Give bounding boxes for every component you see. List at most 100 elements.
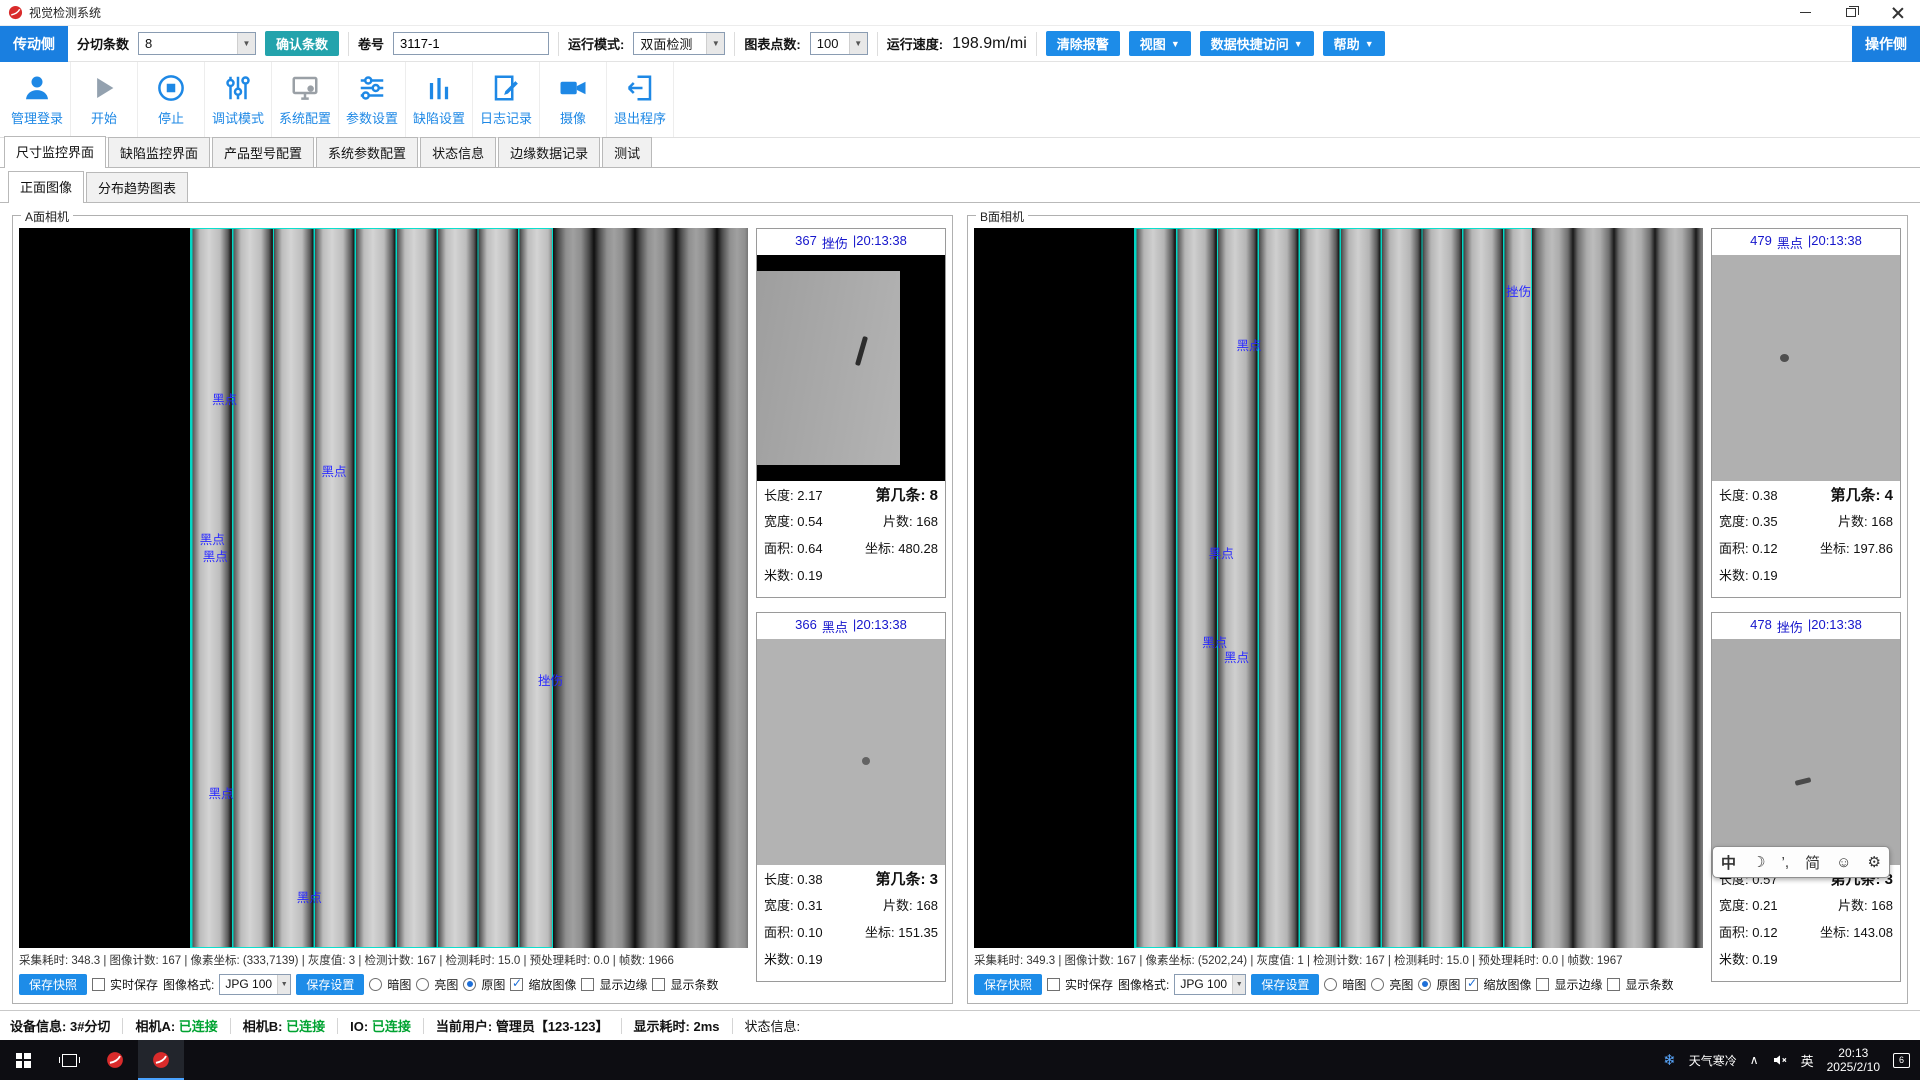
- maximize-button[interactable]: [1828, 0, 1874, 25]
- defect-stats: 长度: 0.57 第几条: 3 宽度: 0.21 片数: 168 面积: 0.1…: [1712, 865, 1900, 981]
- defect-overlay-label: 黑点: [1224, 647, 1249, 666]
- show-count-checkbox[interactable]: [652, 978, 665, 991]
- start-button[interactable]: 开始: [71, 62, 138, 137]
- save-snapshot-button[interactable]: 保存快照: [974, 974, 1042, 995]
- minimize-button[interactable]: [1782, 0, 1828, 25]
- taskbar-app-2-active[interactable]: [138, 1040, 184, 1080]
- moon-icon[interactable]: ☽: [1752, 853, 1765, 871]
- debug-mode-button[interactable]: 调试模式: [205, 62, 272, 137]
- show-count-checkbox[interactable]: [1607, 978, 1620, 991]
- defect-thumbnail[interactable]: [1712, 639, 1900, 865]
- camera-capture-button[interactable]: 摄像: [540, 62, 607, 137]
- help-menu-button[interactable]: 帮助▼: [1323, 31, 1385, 56]
- action-center-button[interactable]: 6: [1893, 1053, 1910, 1068]
- confirm-count-button[interactable]: 确认条数: [265, 31, 339, 56]
- tab-edge-data-record[interactable]: 边缘数据记录: [498, 137, 600, 167]
- defect-settings-button[interactable]: 缺陷设置: [406, 62, 473, 137]
- show-edge-checkbox[interactable]: [581, 978, 594, 991]
- show-edge-checkbox[interactable]: [1536, 978, 1549, 991]
- defect-list-a: 367 挫伤 |20:13:38 长度: 2.17 第几条: 8: [756, 228, 946, 997]
- bright-image-radio[interactable]: [416, 978, 429, 991]
- input-language-indicator[interactable]: 英: [1801, 1051, 1814, 1070]
- image-controls-a: 保存快照 实时保存 图像格式: JPG 100 ▼ 保存设置 暗图 亮图: [19, 971, 748, 997]
- roll-number-input[interactable]: [393, 32, 549, 55]
- realtime-save-checkbox[interactable]: [1047, 978, 1060, 991]
- chevron-down-icon: ▼: [277, 975, 290, 994]
- realtime-save-checkbox[interactable]: [92, 978, 105, 991]
- stop-button[interactable]: 停止: [138, 62, 205, 137]
- log-document-icon: [491, 73, 521, 103]
- admin-login-button[interactable]: 管理登录: [4, 62, 71, 137]
- tab-test[interactable]: 测试: [602, 137, 652, 167]
- title-bar: 视觉检测系统: [0, 0, 1920, 26]
- save-settings-button[interactable]: 保存设置: [296, 974, 364, 995]
- tab-defect-monitor[interactable]: 缺陷监控界面: [108, 137, 210, 167]
- parameter-settings-button[interactable]: 参数设置: [339, 62, 406, 137]
- ime-chinese-mode[interactable]: 中: [1721, 852, 1736, 873]
- weather-text[interactable]: 天气寒冷: [1689, 1052, 1737, 1069]
- run-mode-select[interactable]: 双面检测 ▼: [633, 32, 725, 55]
- task-view-button[interactable]: [46, 1040, 92, 1080]
- chevron-down-icon: ▼: [1365, 39, 1374, 49]
- close-button[interactable]: [1874, 0, 1920, 25]
- taskbar-app-1[interactable]: [92, 1040, 138, 1080]
- smiley-icon[interactable]: ☺: [1836, 854, 1851, 871]
- original-image-radio[interactable]: [463, 978, 476, 991]
- ime-simplified[interactable]: 简: [1805, 852, 1820, 873]
- data-quick-access-menu-button[interactable]: 数据快捷访问▼: [1200, 31, 1314, 56]
- volume-muted-icon[interactable]: [1772, 1052, 1788, 1068]
- save-snapshot-button[interactable]: 保存快照: [19, 974, 87, 995]
- defect-card: 479 黑点 |20:13:38 长度: 0.38 第几条: 4: [1711, 228, 1901, 598]
- slit-count-select[interactable]: 8 ▼: [138, 32, 256, 55]
- hidden-icons-chevron[interactable]: ∧: [1750, 1053, 1759, 1067]
- image-format-select[interactable]: JPG 100 ▼: [219, 974, 291, 995]
- defect-header[interactable]: 478 挫伤 |20:13:38: [1712, 613, 1900, 639]
- tab-product-model-config[interactable]: 产品型号配置: [212, 137, 314, 167]
- defect-header[interactable]: 479 黑点 |20:13:38: [1712, 229, 1900, 255]
- show-edge-label: 显示边缘: [599, 976, 647, 993]
- image-format-select[interactable]: JPG 100 ▼: [1174, 974, 1246, 995]
- dark-image-radio[interactable]: [369, 978, 382, 991]
- bright-image-label: 亮图: [1389, 976, 1413, 993]
- log-record-button[interactable]: 日志记录: [473, 62, 540, 137]
- save-settings-button[interactable]: 保存设置: [1251, 974, 1319, 995]
- tab-front-image[interactable]: 正面图像: [8, 171, 84, 203]
- tab-status-info[interactable]: 状态信息: [420, 137, 496, 167]
- top-toolbar: 传动侧 分切条数 8 ▼ 确认条数 卷号 运行模式: 双面检测 ▼ 图表点数: …: [0, 26, 1920, 62]
- camera-image-a[interactable]: 黑点 黑点 黑点 黑点 挫伤 黑点 黑点: [19, 228, 748, 948]
- original-image-radio[interactable]: [1418, 978, 1431, 991]
- start-button[interactable]: [0, 1040, 46, 1080]
- defect-thumbnail[interactable]: [757, 639, 945, 865]
- image-format-label: 图像格式:: [1118, 976, 1169, 993]
- gear-icon[interactable]: ⚙: [1867, 853, 1880, 871]
- defect-thumbnail[interactable]: [757, 255, 945, 481]
- punctuation-icon[interactable]: ’,: [1782, 854, 1790, 871]
- defect-thumbnail[interactable]: [1712, 255, 1900, 481]
- tab-distribution-trend-chart[interactable]: 分布趋势图表: [86, 172, 188, 202]
- defect-overlay-label: 黑点: [203, 546, 228, 565]
- defect-overlay-label: 黑点: [1236, 335, 1261, 354]
- bright-image-radio[interactable]: [1371, 978, 1384, 991]
- chart-points-select[interactable]: 100 ▼: [810, 32, 868, 55]
- clear-alarm-button[interactable]: 清除报警: [1046, 31, 1120, 56]
- system-config-button[interactable]: 系统配置: [272, 62, 339, 137]
- tab-size-monitor[interactable]: 尺寸监控界面: [4, 136, 106, 168]
- zoom-image-checkbox[interactable]: [1465, 978, 1478, 991]
- panel-b-title: B面相机: [976, 208, 1028, 225]
- strip-boundary-grid: [1134, 228, 1531, 948]
- camera-image-b[interactable]: 挫伤 黑点 黑点 黑点 黑点: [974, 228, 1703, 948]
- zoom-image-checkbox[interactable]: [510, 978, 523, 991]
- defect-header[interactable]: 367 挫伤 |20:13:38: [757, 229, 945, 255]
- defect-header[interactable]: 366 黑点 |20:13:38: [757, 613, 945, 639]
- chevron-down-icon: ▼: [1171, 39, 1180, 49]
- operate-side-button[interactable]: 操作侧: [1852, 26, 1920, 62]
- exit-program-button[interactable]: 退出程序: [607, 62, 674, 137]
- view-menu-button[interactable]: 视图▼: [1129, 31, 1191, 56]
- strip-boundary-grid: [190, 228, 553, 948]
- tab-system-param-config[interactable]: 系统参数配置: [316, 137, 418, 167]
- run-speed-value: 198.9m/mi: [952, 35, 1027, 53]
- dark-image-radio[interactable]: [1324, 978, 1337, 991]
- show-count-label: 显示条数: [1625, 976, 1673, 993]
- drive-side-button[interactable]: 传动侧: [0, 26, 68, 62]
- taskbar-clock[interactable]: 20:13 2025/2/10: [1827, 1046, 1880, 1074]
